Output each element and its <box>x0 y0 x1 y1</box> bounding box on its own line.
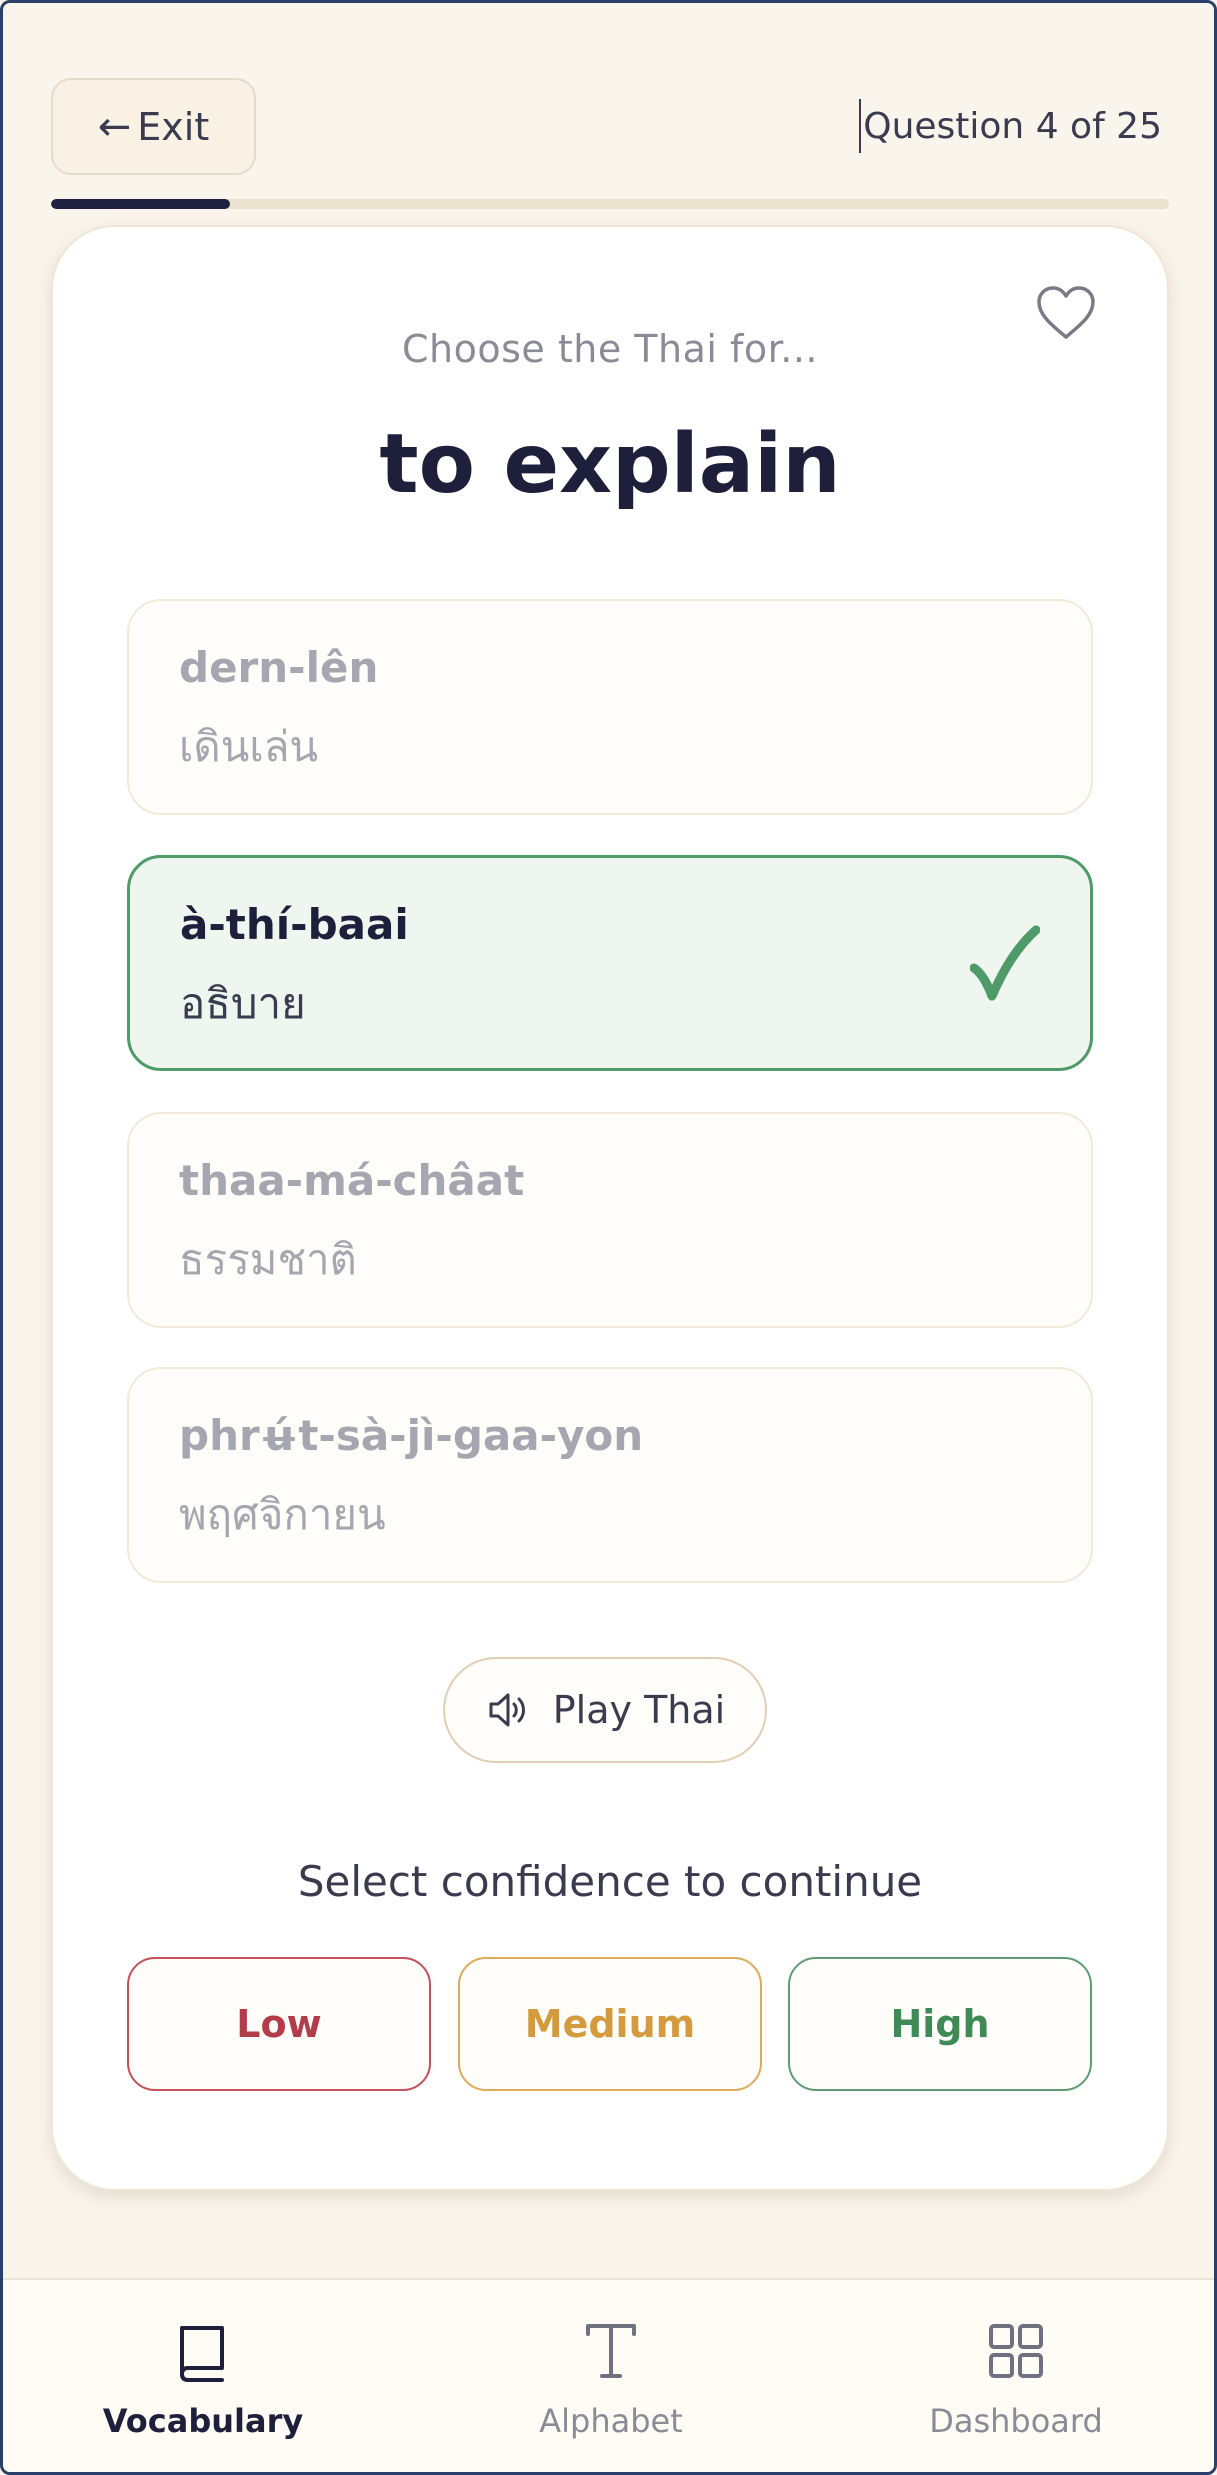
bottom-nav: Vocabulary Alphabet Dashboard <box>3 2278 1214 2472</box>
option-romanization: thaa-má-châat <box>179 1156 525 1205</box>
option-romanization: dern-lên <box>179 643 379 692</box>
app-frame: ← Exit Question 4 of 25 Choose the Thai … <box>0 0 1217 2475</box>
option-thai: พฤศจิกายน <box>179 1490 386 1539</box>
progress-bar-fill <box>51 199 230 209</box>
book-icon <box>180 2326 224 2382</box>
checkmark-icon <box>970 925 1040 1001</box>
answer-option[interactable]: phrʉ́t-sà-jì-gaa-yon พฤศจิกายน <box>127 1367 1093 1583</box>
option-romanization: à-thí-baai <box>180 900 409 949</box>
confidence-high-button[interactable]: High <box>788 1957 1092 2091</box>
option-thai: เดินเล่น <box>179 722 319 771</box>
exit-label: Exit <box>137 104 210 149</box>
question-prompt: Choose the Thai for... <box>401 327 819 371</box>
question-counter: Question 4 of 25 <box>859 99 1162 153</box>
nav-label-dashboard: Dashboard <box>929 2402 1103 2440</box>
back-arrow-icon: ← <box>97 103 132 150</box>
play-thai-button[interactable]: Play Thai <box>443 1657 767 1763</box>
text-t-icon <box>586 2324 636 2378</box>
nav-label-alphabet: Alphabet <box>539 2402 683 2440</box>
nav-item-vocabulary[interactable]: Vocabulary <box>73 2320 333 2450</box>
nav-item-alphabet[interactable]: Alphabet <box>481 2320 741 2450</box>
play-thai-label: Play Thai <box>552 1688 726 1732</box>
answer-option[interactable]: dern-lên เดินเล่น <box>127 599 1093 815</box>
nav-item-dashboard[interactable]: Dashboard <box>886 2320 1146 2450</box>
option-thai: อธิบาย <box>180 979 306 1028</box>
confidence-low-button[interactable]: Low <box>127 1957 431 2091</box>
option-thai: ธรรมชาติ <box>179 1235 357 1284</box>
confidence-medium-button[interactable]: Medium <box>458 1957 762 2091</box>
nav-label-vocabulary: Vocabulary <box>102 2402 304 2440</box>
target-word: to explain <box>379 417 841 512</box>
exit-button[interactable]: ← Exit <box>51 78 256 175</box>
answer-option-correct[interactable]: à-thí-baai อธิบาย <box>127 855 1093 1071</box>
speaker-icon <box>489 1693 525 1727</box>
question-counter-text: Question 4 of 25 <box>863 105 1162 147</box>
grid-icon <box>989 2324 1043 2378</box>
text-caret <box>859 99 862 153</box>
answer-option[interactable]: thaa-má-châat ธรรมชาติ <box>127 1112 1093 1328</box>
quiz-card: Choose the Thai for... to explain dern-l… <box>51 225 1169 2191</box>
option-romanization: phrʉ́t-sà-jì-gaa-yon <box>179 1411 644 1460</box>
confidence-prompt: Select confidence to continue <box>297 1857 923 1906</box>
progress-bar <box>51 199 1169 209</box>
